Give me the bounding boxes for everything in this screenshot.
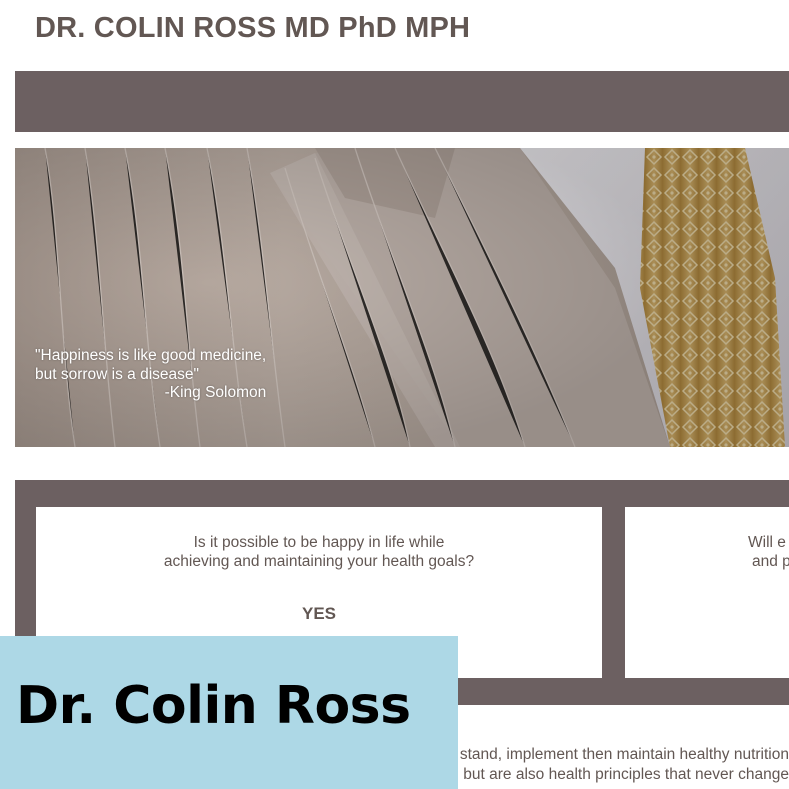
qa-question: Is it possible to be happy in life while… — [36, 533, 602, 571]
hero-quote: "Happiness is like good medicine, but so… — [35, 347, 266, 403]
qa-question-line-1: Will e — [748, 534, 786, 551]
qa-card: Will e and p — [625, 507, 789, 678]
site-title[interactable]: DR. COLIN ROSS MD PhD MPH — [35, 12, 470, 45]
quote-line-2: but sorrow is a disease" — [35, 365, 200, 383]
navigation-bar[interactable] — [15, 71, 789, 132]
hero-banner: "Happiness is like good medicine, but so… — [15, 148, 789, 447]
qa-question: Will e and p — [748, 533, 789, 571]
quote-attribution: -King Solomon — [164, 384, 267, 401]
overlay-name: Dr. Colin Ross — [16, 676, 411, 736]
quote-line-1: "Happiness is like good medicine, — [35, 347, 267, 364]
qa-question-line-2: achieving and maintaining your health go… — [163, 553, 475, 570]
qa-question-line-1: Is it possible to be happy in life while — [193, 534, 445, 551]
name-overlay-banner: Dr. Colin Ross — [0, 636, 458, 789]
qa-question-line-2: and p — [752, 553, 789, 570]
qa-answer: YES — [301, 604, 337, 623]
